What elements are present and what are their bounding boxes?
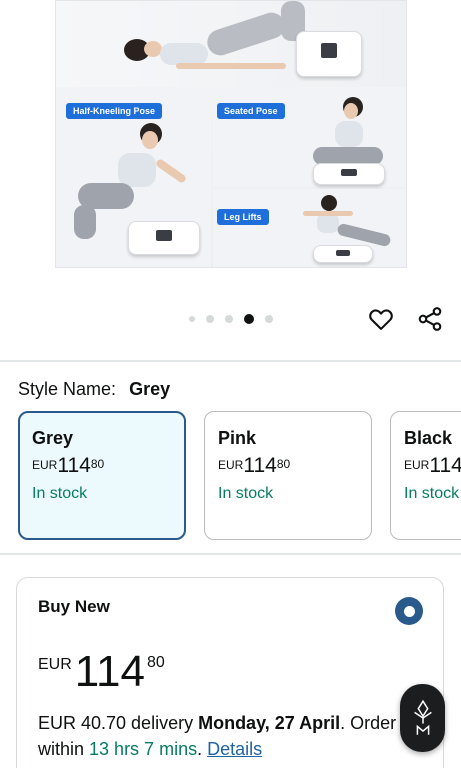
pose-label-seated: Seated Pose (217, 103, 285, 119)
buy-box-clip: Buy New EUR 114 80 EUR 40.70 delivery Mo… (0, 560, 461, 768)
delivery-cost: EUR 40.70 delivery (38, 713, 199, 733)
carousel-dot[interactable] (206, 315, 214, 323)
style-name-value: Grey (129, 379, 171, 399)
assistant-button[interactable] (400, 684, 445, 752)
delivery-date: Monday, 27 April (198, 713, 341, 733)
carousel-dot[interactable] (265, 315, 273, 323)
price-whole: 114 (243, 454, 277, 477)
image-panel-glute-bridge (56, 1, 406, 87)
style-name-label: Style Name: (18, 379, 117, 399)
swatch-black[interactable]: Black EUR 114 80 In stock (390, 411, 461, 540)
availability-status: In stock (218, 485, 274, 502)
buy-new-price: EUR 114 80 (38, 648, 165, 696)
swatch-grey[interactable]: Grey EUR 114 80 In stock (18, 411, 186, 540)
delivery-info: EUR 40.70 delivery Monday, 27 April. Ord… (38, 710, 461, 762)
order-countdown: 13 hrs 7 mins (89, 739, 198, 759)
price-currency: EUR (32, 458, 58, 472)
image-carousel-dots (189, 314, 273, 324)
price-currency: EUR (38, 656, 72, 673)
assistant-icon (413, 699, 432, 735)
within-label: within (38, 739, 90, 759)
price-currency: EUR (404, 458, 430, 472)
product-image[interactable]: Half-Kneeling Pose Seated Pose Leg Lifts (55, 0, 407, 268)
share-icon (418, 307, 442, 331)
image-panel-seated: Seated Pose (213, 87, 406, 187)
section-divider (0, 360, 461, 362)
section-divider (0, 553, 461, 555)
carousel-dot-active[interactable] (244, 314, 254, 324)
price-fraction: 80 (276, 457, 291, 471)
share-button[interactable] (415, 304, 445, 334)
swatch-price: EUR 114 80 (404, 455, 461, 477)
price-currency: EUR (218, 458, 244, 472)
swatch-pink[interactable]: Pink EUR 114 80 In stock (204, 411, 372, 540)
heart-icon (369, 309, 393, 330)
details-link[interactable]: Details (207, 739, 262, 759)
swatch-price: EUR 114 80 (32, 455, 172, 477)
buy-new-title: Buy New (38, 597, 110, 616)
swatch-name: Pink (218, 428, 257, 448)
price-fraction: 80 (90, 457, 105, 471)
availability-status: In stock (404, 485, 460, 502)
price-whole: 114 (429, 454, 461, 477)
carousel-dot[interactable] (225, 315, 233, 323)
period: . (197, 739, 208, 759)
buy-new-radio[interactable] (395, 597, 423, 625)
buy-new-card[interactable]: Buy New EUR 114 80 EUR 40.70 delivery Mo… (16, 577, 444, 768)
carousel-dot[interactable] (189, 316, 195, 322)
image-panel-leg-lifts: Leg Lifts (213, 189, 406, 267)
order-label: . Order (340, 713, 397, 733)
availability-status: In stock (32, 485, 88, 502)
wishlist-button[interactable] (366, 304, 396, 334)
swatch-price: EUR 114 80 (218, 455, 358, 477)
price-whole: 114 (74, 647, 145, 696)
image-panel-half-kneeling: Half-Kneeling Pose (56, 87, 211, 267)
price-whole: 114 (57, 454, 91, 477)
pose-label-half-kneeling: Half-Kneeling Pose (66, 103, 163, 119)
swatch-name: Grey (32, 428, 74, 448)
pose-label-leg-lifts: Leg Lifts (217, 209, 269, 225)
price-fraction: 80 (146, 654, 165, 671)
swatch-name: Black (404, 428, 453, 448)
style-name-row: Style Name: Grey (18, 379, 170, 400)
